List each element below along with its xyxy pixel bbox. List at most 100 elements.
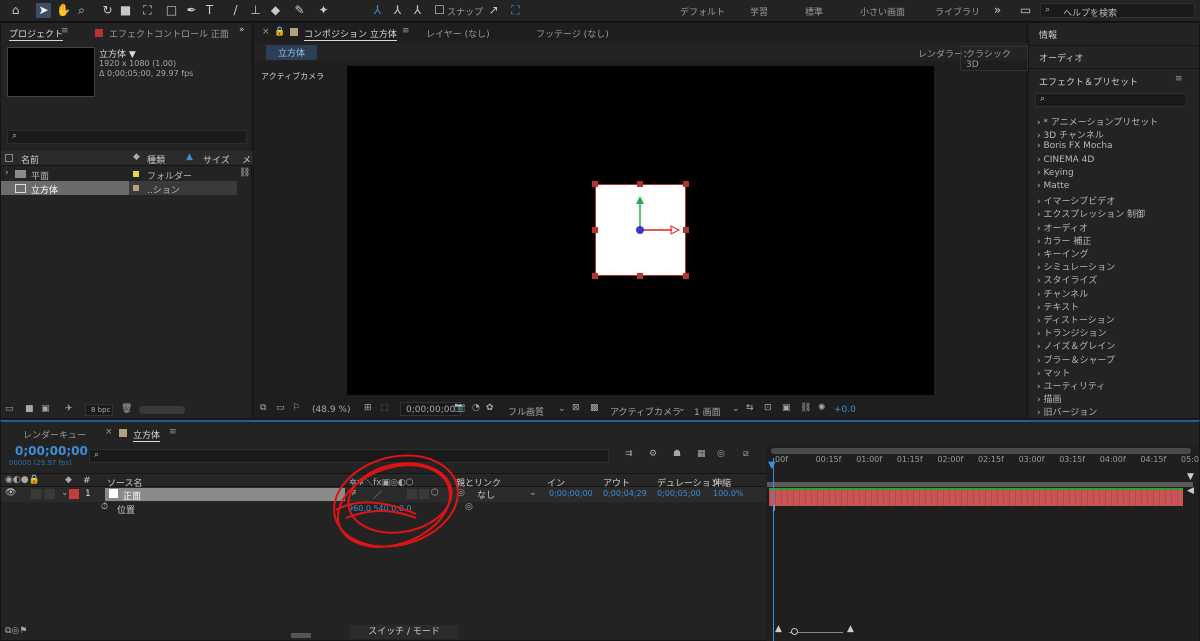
layer-handle[interactable] — [683, 273, 689, 279]
3d-axis-gizmo[interactable] — [617, 192, 687, 252]
effect-category-item[interactable]: › エクスプレッション 制御 — [1037, 207, 1145, 220]
effect-category-item[interactable]: › キーイング — [1037, 247, 1088, 260]
tab-timeline-comp[interactable]: 立方体 — [133, 428, 161, 442]
time-graph[interactable]: ▼ I — [767, 444, 1199, 641]
out-point[interactable]: 0;00;04;29 — [603, 489, 647, 498]
chevron-down-icon[interactable]: ⌄ — [678, 404, 686, 414]
quality-dropdown[interactable]: フル画質 — [508, 405, 544, 418]
roto-brush-tool-icon[interactable]: ✎ — [292, 3, 307, 18]
duration-value[interactable]: 0;00;05;00 — [657, 489, 701, 498]
render-icon[interactable]: ✈ — [65, 404, 73, 414]
effect-category-item[interactable]: › イマーシブビデオ — [1037, 194, 1115, 207]
chevron-down-icon[interactable]: ⌄ — [61, 488, 69, 498]
layer-handle[interactable] — [592, 227, 598, 233]
tab-layer[interactable]: レイヤー (なし) — [426, 27, 490, 40]
puppet-tool-icon[interactable]: ✦ — [316, 3, 331, 18]
effect-category-item[interactable]: › Matte — [1037, 181, 1069, 194]
effect-category-item[interactable]: › 旧バージョン — [1037, 405, 1097, 418]
effect-category-item[interactable]: › オーディオ — [1037, 221, 1088, 234]
workspace-standard[interactable]: 標準 — [805, 5, 823, 18]
zoom-in-icon[interactable]: ▲ — [847, 624, 854, 634]
interpret-footage-icon[interactable]: ▭ — [5, 404, 14, 414]
zoom-slider[interactable]: ▲ ▲ — [775, 623, 865, 641]
local-axis-icon[interactable]: ⅄ — [370, 3, 385, 18]
comp-viewer[interactable] — [347, 66, 934, 395]
effects-presets-title[interactable]: エフェクト＆プリセット — [1039, 75, 1138, 88]
camera-dropdown[interactable]: アクティブカメラ — [610, 405, 681, 418]
col-size[interactable]: サイズ — [203, 153, 230, 166]
color-channel-icon[interactable]: ✿ — [486, 403, 494, 413]
comp-nav-tab[interactable]: 立方体 — [266, 45, 318, 60]
workspace-more-icon[interactable]: » — [990, 3, 1005, 18]
pen-tool-icon[interactable]: ✒ — [184, 3, 199, 18]
close-tab-icon[interactable]: × — [105, 427, 113, 437]
motion-blur-icon[interactable]: ◎ — [717, 449, 725, 459]
mask-view-icon[interactable]: ⚐ — [292, 403, 300, 413]
tab-project[interactable]: プロジェクト — [9, 27, 64, 41]
pickwhip-icon[interactable]: ◎ — [465, 502, 473, 512]
fit-frame-icon[interactable]: ⊡ — [764, 403, 772, 413]
tab-effect-controls[interactable]: エフェクトコントロール 正面 — [109, 27, 229, 40]
chevron-down-icon[interactable]: ⌄ — [529, 488, 537, 498]
snap-option-icon[interactable]: ↗ — [486, 3, 501, 18]
list-item[interactable]: 立方体 — [1, 181, 129, 196]
tab-info[interactable]: 情報 — [1039, 28, 1057, 41]
toggle-pixel-aspect-icon[interactable]: ⇆ — [746, 403, 754, 413]
rotate-tool-icon[interactable]: ↻ — [100, 3, 115, 18]
effect-category-item[interactable]: › ユーティリティ — [1037, 379, 1105, 392]
project-search-input[interactable]: ⌕ — [7, 130, 247, 144]
fast-preview-icon[interactable]: ⊠ — [572, 403, 580, 413]
lock-toggle[interactable] — [45, 489, 55, 499]
text-tool-icon[interactable]: T — [202, 3, 217, 18]
comp-mini-flowchart-icon[interactable]: ⇉ — [625, 449, 633, 459]
effects-search-input[interactable]: ⌕ — [1035, 93, 1187, 107]
effect-category-item[interactable]: › チャンネル — [1037, 287, 1088, 300]
current-time-field[interactable]: 0;00;00;00 — [400, 402, 462, 416]
effect-category-item[interactable]: › 3D チャンネル — [1037, 128, 1104, 141]
zoom-dropdown[interactable]: (48.9 %) — [312, 405, 350, 415]
layer-handle[interactable] — [683, 181, 689, 187]
workspace-libraries[interactable]: ライブラリ — [935, 5, 980, 18]
snapshot-icon[interactable]: 📷 — [454, 403, 465, 413]
always-preview-icon[interactable]: ⧉ — [260, 403, 266, 413]
lock-icon[interactable]: 🔒 — [274, 27, 285, 37]
new-comp-icon[interactable]: ▣ — [41, 404, 50, 414]
layer-handle[interactable] — [637, 181, 643, 187]
eye-icon[interactable]: 👁 — [5, 488, 16, 498]
workspace-default[interactable]: デフォルト — [680, 5, 725, 18]
zoom-thumb[interactable] — [791, 628, 798, 635]
layer-duration-bar[interactable] — [769, 490, 1183, 506]
bpc-button[interactable]: 8 bpc — [85, 404, 113, 416]
trash-icon[interactable]: 🗑 — [121, 404, 132, 414]
zoom-navigator[interactable] — [771, 448, 1191, 454]
draft-3d-icon[interactable]: ⚙ — [649, 449, 657, 459]
timeline-icon[interactable]: ▣ — [782, 403, 791, 413]
chevron-down-icon[interactable]: ⌄ — [558, 404, 566, 414]
col-media[interactable]: メ — [242, 153, 251, 166]
snap-target-icon[interactable]: ⛶ — [508, 3, 523, 18]
tab-composition[interactable]: コンポジション 立方体 — [304, 27, 397, 41]
renderer-button[interactable]: クラシック3D — [960, 46, 1028, 71]
effect-category-item[interactable]: › ブラー＆シャープ — [1037, 353, 1115, 366]
panel-overflow-icon[interactable]: » — [239, 25, 245, 35]
switch-mode-toggle[interactable]: スイッチ / モード — [349, 625, 459, 639]
panel-menu-icon[interactable]: ≡ — [169, 427, 177, 437]
clone-stamp-tool-icon[interactable]: ⊥ — [248, 3, 263, 18]
tab-render-queue[interactable]: レンダーキュー — [23, 428, 86, 441]
sort-icon[interactable]: ▲ — [186, 152, 193, 162]
home-icon[interactable]: ⌂ — [8, 3, 23, 18]
effect-category-item[interactable]: › 描画 — [1037, 392, 1061, 405]
effect-category-item[interactable]: › シミュレーション — [1037, 260, 1115, 273]
effect-category-item[interactable]: › トランジション — [1037, 326, 1106, 339]
panel-menu-icon[interactable]: ≡ — [1175, 74, 1183, 84]
layer-handle[interactable] — [592, 273, 598, 279]
view-axis-icon[interactable]: ⅄ — [410, 3, 425, 18]
selection-tool-icon[interactable]: ➤ — [36, 3, 51, 18]
comp-marker-bin-icon[interactable]: ▼ — [1187, 472, 1194, 482]
monitor-icon[interactable]: ▭ — [276, 403, 285, 413]
transparency-grid-icon[interactable]: ▩ — [590, 403, 599, 413]
tab-footage[interactable]: フッテージ (なし) — [536, 27, 609, 40]
frame-blending-icon[interactable]: ▦ — [697, 449, 706, 459]
label-color[interactable] — [69, 489, 79, 499]
flowchart-icon[interactable]: ⛓ — [239, 168, 250, 178]
